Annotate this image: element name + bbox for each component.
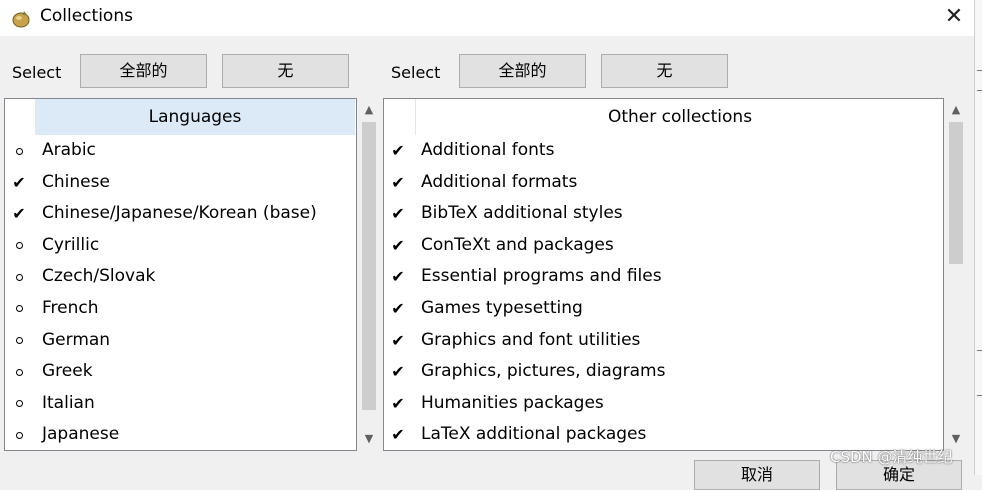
left-select-all-button[interactable]: 全部的 — [80, 54, 207, 88]
list-item-label: Additional formats — [421, 171, 578, 192]
list-item-label: Games typesetting — [421, 297, 583, 318]
list-item-label: Graphics, pictures, diagrams — [421, 361, 666, 382]
checkmark-icon[interactable] — [389, 394, 407, 414]
list-item-label: Humanities packages — [421, 392, 604, 413]
title-bar: Collections ✕ — [0, 0, 974, 36]
list-item[interactable]: ConTeXt and packages — [384, 232, 943, 264]
scroll-thumb[interactable] — [949, 122, 963, 264]
list-item[interactable]: Chinese — [5, 169, 356, 201]
list-item-label: French — [42, 297, 99, 318]
list-item[interactable]: Graphics, pictures, diagrams — [384, 358, 943, 390]
list-item[interactable]: Essential programs and files — [384, 263, 943, 295]
list-item-label: Czech/Slovak — [42, 266, 156, 287]
checkmark-icon[interactable] — [389, 173, 407, 193]
languages-list[interactable]: Languages Arabic Chinese Chinese/Japanese/… — [4, 98, 357, 451]
list-item[interactable]: Italian — [5, 390, 356, 422]
edge-tick — [977, 350, 982, 351]
list-item-label: Arabic — [42, 140, 96, 160]
list-item-label: Chinese/Japanese/Korean (base) — [42, 203, 317, 224]
checkmark-icon[interactable] — [389, 362, 407, 382]
list-item[interactable]: Czech/Slovak — [5, 263, 356, 295]
list-item[interactable]: Chinese/Japanese/Korean (base) — [5, 200, 356, 232]
edge-tick — [977, 395, 982, 396]
list-item[interactable]: Games typesetting — [384, 295, 943, 327]
list-item[interactable]: Greek — [5, 358, 356, 390]
list-item-label: Graphics and font utilities — [421, 329, 641, 350]
list-item-label: ConTeXt and packages — [421, 234, 614, 255]
checkmark-icon[interactable] — [389, 299, 407, 319]
list-item[interactable]: French — [5, 295, 356, 327]
list-item-label: German — [42, 329, 111, 350]
list-item-label: Italian — [42, 392, 95, 413]
list-item-label: Chinese — [42, 171, 110, 192]
cancel-button[interactable]: 取消 — [694, 460, 820, 490]
edge-tick — [977, 70, 982, 71]
other-collections-column-header[interactable]: Other collections — [415, 99, 943, 135]
list-item[interactable]: Japanese — [5, 421, 356, 450]
unchecked-circle-icon[interactable] — [10, 331, 28, 351]
list-item[interactable]: Additional fonts — [384, 137, 943, 169]
list-item[interactable]: German — [5, 327, 356, 359]
list-item[interactable]: Arabic — [5, 137, 356, 169]
checkmark-icon[interactable] — [10, 173, 28, 193]
list-item-label: Additional fonts — [421, 140, 555, 160]
edge-tick — [977, 90, 982, 91]
languages-rows: Arabic Chinese Chinese/Japanese/Korean (ba… — [5, 137, 356, 450]
checkmark-icon[interactable] — [389, 236, 407, 256]
languages-scrollbar[interactable]: ▲ ▼ — [359, 98, 379, 451]
other-collections-scrollbar[interactable]: ▲ ▼ — [946, 98, 966, 451]
other-collections-list[interactable]: Other collections Additional fontsAdditi… — [383, 98, 944, 451]
checkmark-icon[interactable] — [389, 267, 407, 287]
list-item-label: BibTeX additional styles — [421, 203, 623, 224]
unchecked-circle-icon[interactable] — [10, 267, 28, 287]
list-item-label: Japanese — [42, 424, 120, 445]
list-item[interactable]: Humanities packages — [384, 390, 943, 422]
background-window-edge — [974, 0, 982, 475]
list-item[interactable]: Additional formats — [384, 169, 943, 201]
unchecked-circle-icon[interactable] — [10, 362, 28, 382]
scroll-up-icon[interactable]: ▲ — [359, 100, 379, 120]
app-icon — [12, 11, 30, 28]
checkmark-icon[interactable] — [389, 141, 407, 161]
list-item-label: Essential programs and files — [421, 266, 662, 287]
watermark: CSDN @清纯世纪 — [830, 448, 953, 466]
checkmark-icon[interactable] — [10, 204, 28, 224]
list-item[interactable]: BibTeX additional styles — [384, 200, 943, 232]
unchecked-circle-icon[interactable] — [10, 141, 28, 161]
checkmark-icon[interactable] — [389, 331, 407, 351]
window-title: Collections — [40, 6, 133, 26]
unchecked-circle-icon[interactable] — [10, 299, 28, 319]
unchecked-circle-icon[interactable] — [10, 425, 28, 445]
other-collections-rows: Additional fonts Additional formats BibTeX… — [384, 137, 943, 450]
checkmark-icon[interactable] — [389, 425, 407, 445]
left-select-label: Select — [12, 63, 62, 82]
list-item-label: Cyrillic — [42, 234, 100, 255]
scroll-up-icon[interactable]: ▲ — [946, 100, 966, 120]
unchecked-circle-icon[interactable] — [10, 394, 28, 414]
unchecked-circle-icon[interactable] — [10, 236, 28, 256]
right-select-none-button[interactable]: 无 — [601, 54, 728, 88]
right-select-all-button[interactable]: 全部的 — [459, 54, 586, 88]
list-item-label: Greek — [42, 361, 93, 382]
checkmark-icon[interactable] — [389, 204, 407, 224]
list-item-label: LaTeX additional packages — [421, 424, 647, 445]
languages-column-header[interactable]: Languages — [35, 99, 355, 135]
scroll-thumb[interactable] — [362, 122, 376, 410]
list-item[interactable]: Graphics and font utilities — [384, 327, 943, 359]
list-item[interactable]: Cyrillic — [5, 232, 356, 264]
left-select-none-button[interactable]: 无 — [222, 54, 349, 88]
right-select-label: Select — [391, 63, 441, 82]
scroll-down-icon[interactable]: ▼ — [359, 429, 379, 449]
close-icon[interactable]: ✕ — [940, 3, 968, 31]
